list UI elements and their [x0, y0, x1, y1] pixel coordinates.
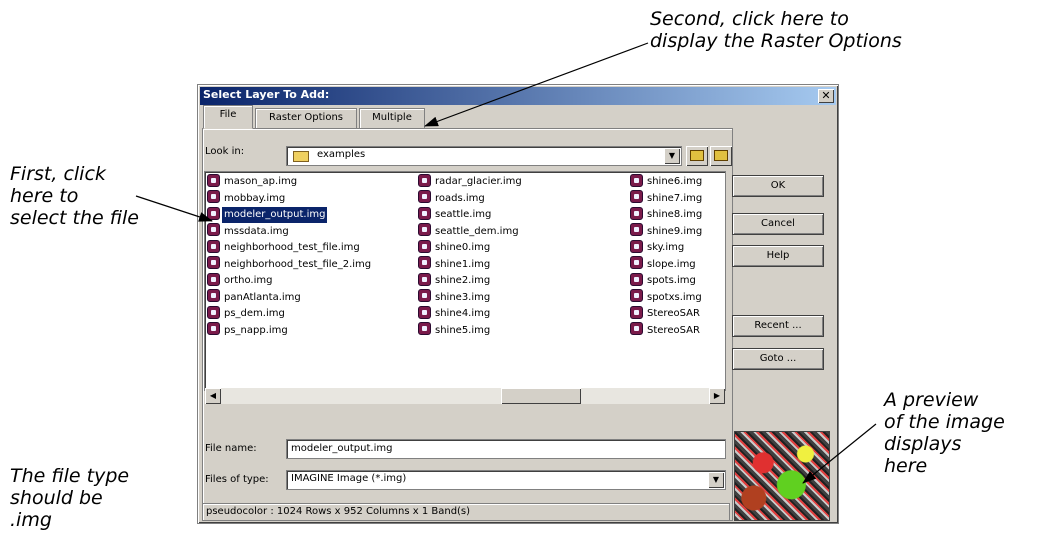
tab-file[interactable]: File: [203, 105, 253, 129]
arrow-to-raster-options-tab: [424, 42, 649, 127]
arrow-to-preview: [802, 423, 877, 484]
callout-arrows: [135, 42, 877, 484]
arrow-to-selected-file: [135, 195, 213, 222]
